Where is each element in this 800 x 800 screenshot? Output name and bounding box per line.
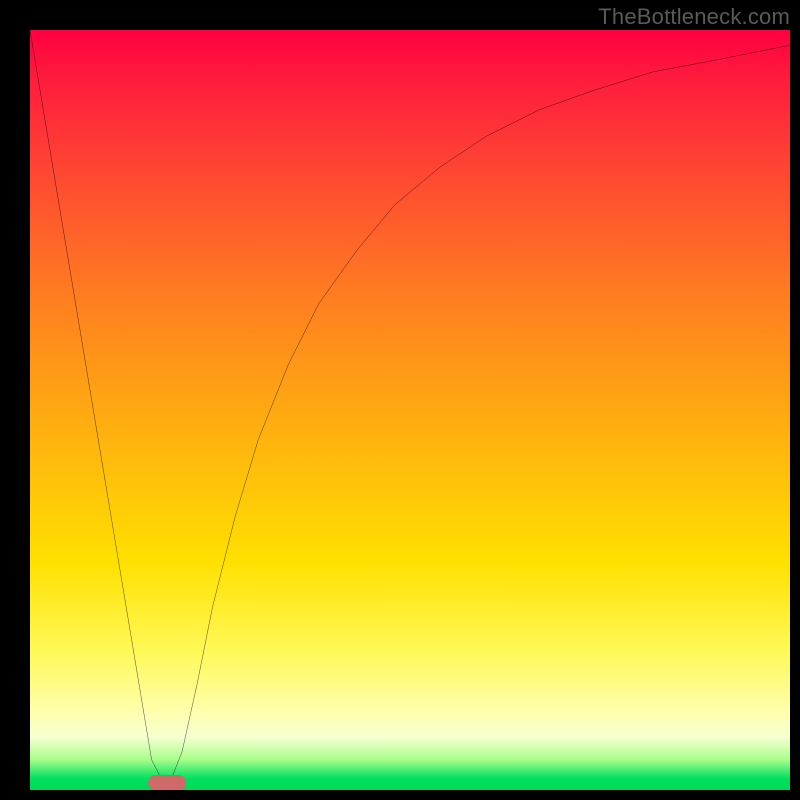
bottleneck-curve bbox=[30, 30, 790, 790]
chart-frame: TheBottleneck.com bbox=[0, 0, 800, 800]
curve-svg bbox=[30, 30, 790, 790]
watermark-text: TheBottleneck.com bbox=[598, 4, 790, 30]
plot-area bbox=[30, 30, 790, 790]
optimum-marker bbox=[148, 775, 186, 790]
